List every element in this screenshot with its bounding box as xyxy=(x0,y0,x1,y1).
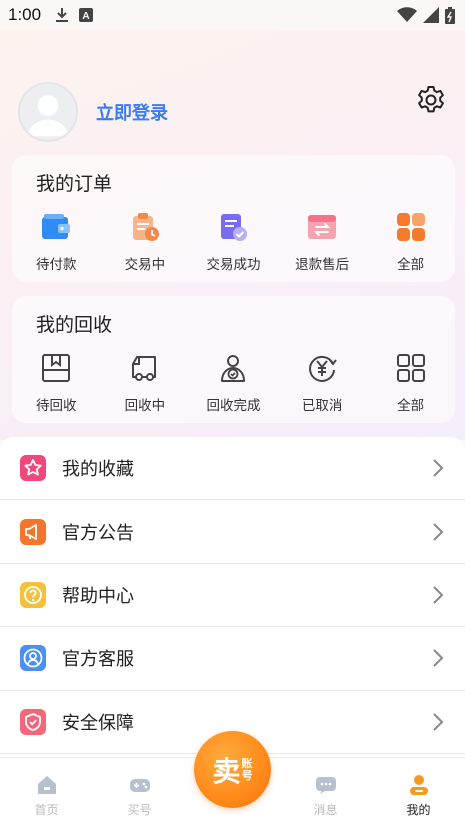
tab-mine[interactable]: 我的 xyxy=(372,758,465,828)
recycle-pending-label: 待回收 xyxy=(36,398,77,414)
yen-refresh-icon xyxy=(309,355,337,382)
recycle-in-progress-label: 回收中 xyxy=(124,398,166,414)
login-link[interactable]: 立即登录 xyxy=(96,99,168,125)
home-icon xyxy=(37,776,56,794)
wifi-icon xyxy=(397,7,417,22)
recycle-cancelled[interactable]: 已取消 xyxy=(278,352,367,414)
orders-title: 我的订单 xyxy=(36,173,113,195)
download-icon xyxy=(56,8,69,22)
sell-button-small-top: 账 xyxy=(241,756,253,770)
status-bar: 1:00 A xyxy=(0,0,465,30)
person-icon xyxy=(20,645,46,672)
person-check-icon xyxy=(221,355,246,382)
wallet-icon xyxy=(42,214,71,239)
order-in-trade-label: 交易中 xyxy=(124,257,166,273)
order-in-trade[interactable]: 交易中 xyxy=(101,211,190,273)
settings-menu: 我的收藏 官方公告 帮助中心 官方客服 安全保障 xyxy=(0,437,465,757)
clipboard-clock-icon xyxy=(132,213,159,241)
order-pending-payment[interactable]: 待付款 xyxy=(12,211,101,273)
tab-buy-account-label: 买号 xyxy=(127,803,152,817)
chevron-right-icon xyxy=(433,586,444,604)
tab-home[interactable]: 首页 xyxy=(0,758,93,828)
recycle-title: 我的回收 xyxy=(36,314,113,336)
order-pending-payment-label: 待付款 xyxy=(36,257,77,273)
tab-home-label: 首页 xyxy=(34,803,59,817)
a-badge-icon: A xyxy=(79,8,94,22)
recycle-cancelled-label: 已取消 xyxy=(301,398,343,414)
tab-buy-account[interactable]: 买号 xyxy=(93,758,186,828)
exchange-icon xyxy=(308,215,337,239)
chevron-right-icon xyxy=(433,522,444,541)
chevron-right-icon xyxy=(433,649,444,668)
menu-announcements[interactable]: 官方公告 xyxy=(0,500,465,564)
document-check-icon xyxy=(221,214,248,241)
menu-customer-service-label: 官方客服 xyxy=(62,649,134,671)
grid-outline-icon xyxy=(396,354,425,382)
chevron-right-icon xyxy=(433,713,444,731)
recycle-in-progress[interactable]: 回收中 xyxy=(101,352,190,414)
avatar[interactable] xyxy=(18,82,78,142)
avatar-placeholder-icon xyxy=(27,95,69,137)
order-success[interactable]: 交易成功 xyxy=(189,211,278,273)
megaphone-icon xyxy=(20,518,46,545)
battery-icon xyxy=(445,6,455,24)
menu-favorites[interactable]: 我的收藏 xyxy=(0,437,465,501)
order-success-label: 交易成功 xyxy=(206,257,261,273)
shield-check-icon xyxy=(20,708,46,735)
recycle-all-label: 全部 xyxy=(397,398,425,414)
sell-button-main-text: 卖 xyxy=(212,754,241,788)
menu-announcements-label: 官方公告 xyxy=(62,522,134,544)
recycle-card: 我的回收 待回收 回收中 回收完成 已取消 全部 xyxy=(12,296,455,423)
menu-help-center[interactable]: 帮助中心 xyxy=(0,564,465,628)
recycle-pending[interactable]: 待回收 xyxy=(12,352,101,414)
menu-customer-service[interactable]: 官方客服 xyxy=(0,627,465,691)
status-time: 1:00 xyxy=(8,5,42,24)
tab-messages-label: 消息 xyxy=(313,803,338,817)
order-refund[interactable]: 退款售后 xyxy=(278,211,367,273)
profile-section: 立即登录 xyxy=(18,82,168,142)
grid-icon xyxy=(396,213,425,241)
recycle-all[interactable]: 全部 xyxy=(366,352,455,414)
chevron-right-icon xyxy=(433,459,444,477)
orders-card: 我的订单 待付款 交易中 交易成功 退款售后 全部 xyxy=(12,155,455,282)
signal-icon xyxy=(423,7,439,23)
order-all-label: 全部 xyxy=(397,257,425,273)
tab-mine-label: 我的 xyxy=(406,803,431,817)
gamepad-icon xyxy=(129,779,150,792)
menu-security-label: 安全保障 xyxy=(62,712,134,734)
user-icon xyxy=(409,775,428,795)
recycle-complete-label: 回收完成 xyxy=(206,398,261,414)
question-icon xyxy=(20,581,46,608)
svg-text:A: A xyxy=(82,11,89,22)
chat-icon xyxy=(315,777,336,794)
menu-help-center-label: 帮助中心 xyxy=(62,585,134,607)
sell-account-button[interactable]: 卖 账 号 xyxy=(194,731,271,808)
tab-messages[interactable]: 消息 xyxy=(279,758,372,828)
order-refund-label: 退款售后 xyxy=(295,257,350,273)
order-all[interactable]: 全部 xyxy=(366,211,455,273)
sell-button-small-bottom: 号 xyxy=(241,768,253,782)
truck-icon xyxy=(131,356,156,381)
star-icon xyxy=(20,455,46,482)
recycle-complete[interactable]: 回收完成 xyxy=(189,352,278,414)
gear-icon[interactable] xyxy=(415,84,447,116)
menu-favorites-label: 我的收藏 xyxy=(62,459,134,481)
box-icon xyxy=(42,354,71,382)
